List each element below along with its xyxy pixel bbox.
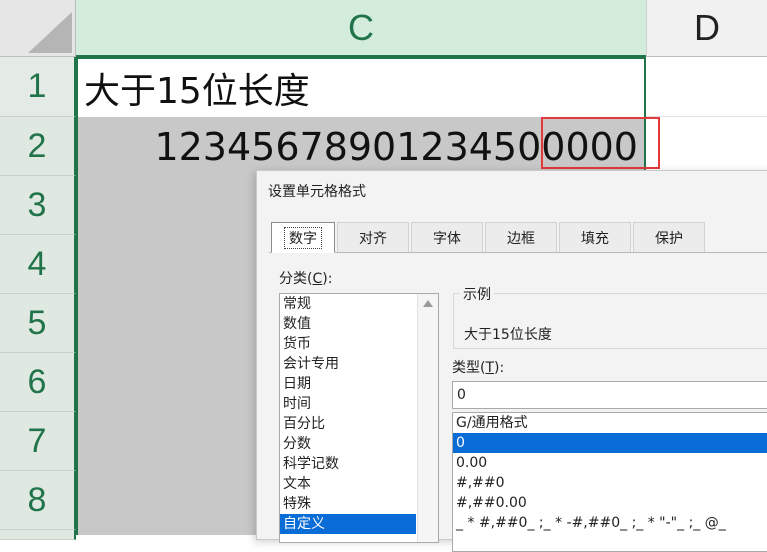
category-item[interactable]: 货币 [280,334,416,354]
row-header-7[interactable]: 7 [0,412,76,471]
category-list[interactable]: 常规 数值 货币 会计专用 日期 时间 百分比 分数 科学记数 文本 特殊 自定义 [279,293,439,543]
tab-number-label: 数字 [284,226,322,249]
format-cells-dialog: 设置单元格格式 数字 对齐 字体 边框 填充 保护 分类(C): 常规 数值 货币会… [256,170,767,552]
type-list-item[interactable]: _ * #,##0_ ;_ * -#,##0_ ;_ * "-"_ ;_ @_ [453,513,767,533]
category-scrollbar[interactable] [417,294,438,542]
cell-d1[interactable] [646,57,767,117]
select-all-triangle-icon [28,12,72,53]
tab-fill[interactable]: 填充 [559,222,631,252]
row-header-3[interactable]: 3 [0,176,76,235]
category-item[interactable]: 时间 [280,394,416,414]
column-header-d[interactable]: D [646,0,767,57]
row-header-2[interactable]: 2 [0,117,76,176]
tab-border[interactable]: 边框 [485,222,557,252]
type-list-item[interactable]: 0.00 [453,453,767,473]
select-all-corner[interactable] [0,0,76,57]
category-item[interactable]: 文本 [280,474,416,494]
category-label: 分类(C): [279,271,333,287]
category-item[interactable]: 数值 [280,314,416,334]
tab-alignment[interactable]: 对齐 [337,222,409,252]
sample-group: 示例 大于15位长度 [453,284,767,349]
row-header-5[interactable]: 5 [0,294,76,353]
type-list-item[interactable]: #,##0 [453,473,767,493]
dialog-tab-bar: 数字 对齐 字体 边框 填充 保护 [269,222,767,253]
scroll-up-arrow-icon[interactable] [423,300,433,307]
type-list-item[interactable]: 0 [453,433,767,453]
tab-number[interactable]: 数字 [271,222,335,253]
type-list-item[interactable]: G/通用格式 [453,413,767,433]
type-list[interactable]: G/通用格式 0 0.00 #,##0 #,##0.00 _ * #,##0_ ;_ * … [452,412,767,552]
row-header-6[interactable]: 6 [0,353,76,412]
row-header-9[interactable] [0,530,76,540]
spreadsheet: C D 1 2 3 4 5 6 7 8 大于15位长度 123456789012… [0,0,767,552]
cell-c1[interactable]: 大于15位长度 [76,57,646,117]
tab-font[interactable]: 字体 [411,222,483,252]
tab-protection[interactable]: 保护 [633,222,705,252]
category-item[interactable]: 日期 [280,374,416,394]
row-header-1[interactable]: 1 [0,57,76,117]
category-item[interactable]: 特殊 [280,494,416,514]
highlight-box [541,117,660,169]
category-item[interactable]: 会计专用 [280,354,416,374]
type-list-item[interactable]: #,##0.00 [453,493,767,513]
category-item[interactable]: 分数 [280,434,416,454]
type-label: 类型(T): [452,360,505,376]
cell-d2[interactable] [646,117,767,176]
column-header-c[interactable]: C [76,0,646,57]
sample-value: 大于15位长度 [464,327,552,343]
category-item[interactable]: 常规 [280,294,416,314]
category-item[interactable]: 百分比 [280,414,416,434]
row-header-4[interactable]: 4 [0,235,76,294]
row-header-8[interactable]: 8 [0,471,76,530]
sample-label: 示例 [460,284,494,304]
type-input[interactable]: 0 [452,381,767,409]
category-item[interactable]: 自定义 [280,514,416,534]
category-item[interactable]: 科学记数 [280,454,416,474]
dialog-title: 设置单元格格式 [268,184,366,200]
